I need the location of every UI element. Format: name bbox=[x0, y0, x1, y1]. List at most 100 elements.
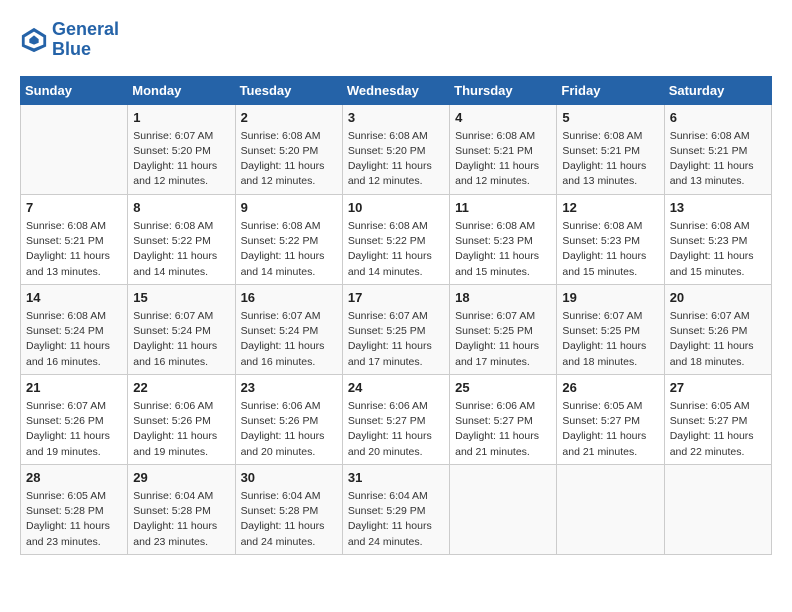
day-number: 3 bbox=[348, 109, 444, 127]
day-cell-9: 9 Sunrise: 6:08 AM Sunset: 5:22 PM Daylig… bbox=[235, 194, 342, 284]
empty-cell bbox=[450, 464, 557, 554]
day-cell-14: 14 Sunrise: 6:08 AM Sunset: 5:24 PM Dayli… bbox=[21, 284, 128, 374]
day-info: Sunrise: 6:08 AM Sunset: 5:23 PM Dayligh… bbox=[562, 219, 658, 280]
day-cell-22: 22Sunrise: 6:06 AM Sunset: 5:26 PM Dayli… bbox=[128, 374, 235, 464]
day-cell-27: 27 Sunrise: 6:05 AM Sunset: 5:27 PM Dayli… bbox=[664, 374, 771, 464]
day-cell-2: 2Sunrise: 6:08 AM Sunset: 5:20 PM Daylig… bbox=[235, 104, 342, 194]
day-number: 1 bbox=[133, 109, 229, 127]
day-cell-15: 15 Sunrise: 6:07 AM Sunset: 5:24 PM Dayli… bbox=[128, 284, 235, 374]
day-cell-31: 31 Sunrise: 6:04 AM Sunset: 5:29 PM Dayli… bbox=[342, 464, 449, 554]
day-cell-5: 5Sunrise: 6:08 AM Sunset: 5:21 PM Daylig… bbox=[557, 104, 664, 194]
day-number: 27 bbox=[670, 379, 766, 397]
day-info: Sunrise: 6:08 AM Sunset: 5:21 PM Dayligh… bbox=[455, 129, 551, 190]
col-header-friday: Friday bbox=[557, 76, 664, 104]
day-number: 23 bbox=[241, 379, 337, 397]
day-cell-8: 8Sunrise: 6:08 AM Sunset: 5:22 PM Daylig… bbox=[128, 194, 235, 284]
day-cell-17: 17 Sunrise: 6:07 AM Sunset: 5:25 PM Dayli… bbox=[342, 284, 449, 374]
empty-cell bbox=[21, 104, 128, 194]
col-header-wednesday: Wednesday bbox=[342, 76, 449, 104]
logo-text: General Blue bbox=[52, 20, 119, 60]
day-number: 21 bbox=[26, 379, 122, 397]
day-info: Sunrise: 6:08 AM Sunset: 5:23 PM Dayligh… bbox=[455, 219, 551, 280]
day-number: 11 bbox=[455, 199, 551, 217]
day-number: 7 bbox=[26, 199, 122, 217]
day-number: 30 bbox=[241, 469, 337, 487]
day-cell-10: 10 Sunrise: 6:08 AM Sunset: 5:22 PM Dayli… bbox=[342, 194, 449, 284]
day-number: 29 bbox=[133, 469, 229, 487]
day-cell-6: 6Sunrise: 6:08 AM Sunset: 5:21 PM Daylig… bbox=[664, 104, 771, 194]
day-info: Sunrise: 6:07 AM Sunset: 5:25 PM Dayligh… bbox=[348, 309, 444, 370]
day-info: Sunrise: 6:07 AM Sunset: 5:25 PM Dayligh… bbox=[562, 309, 658, 370]
empty-cell bbox=[557, 464, 664, 554]
day-number: 9 bbox=[241, 199, 337, 217]
day-info: Sunrise: 6:05 AM Sunset: 5:27 PM Dayligh… bbox=[562, 399, 658, 460]
day-info: Sunrise: 6:07 AM Sunset: 5:26 PM Dayligh… bbox=[26, 399, 122, 460]
day-info: Sunrise: 6:06 AM Sunset: 5:26 PM Dayligh… bbox=[241, 399, 337, 460]
day-number: 25 bbox=[455, 379, 551, 397]
page-header: General Blue bbox=[20, 20, 772, 60]
day-cell-3: 3Sunrise: 6:08 AM Sunset: 5:20 PM Daylig… bbox=[342, 104, 449, 194]
day-info: Sunrise: 6:08 AM Sunset: 5:22 PM Dayligh… bbox=[348, 219, 444, 280]
day-number: 17 bbox=[348, 289, 444, 307]
day-info: Sunrise: 6:06 AM Sunset: 5:27 PM Dayligh… bbox=[455, 399, 551, 460]
logo: General Blue bbox=[20, 20, 119, 60]
calendar-table: SundayMondayTuesdayWednesdayThursdayFrid… bbox=[20, 76, 772, 555]
col-header-monday: Monday bbox=[128, 76, 235, 104]
day-number: 19 bbox=[562, 289, 658, 307]
day-info: Sunrise: 6:08 AM Sunset: 5:22 PM Dayligh… bbox=[241, 219, 337, 280]
day-number: 24 bbox=[348, 379, 444, 397]
day-info: Sunrise: 6:08 AM Sunset: 5:21 PM Dayligh… bbox=[26, 219, 122, 280]
day-number: 4 bbox=[455, 109, 551, 127]
day-info: Sunrise: 6:04 AM Sunset: 5:28 PM Dayligh… bbox=[241, 489, 337, 550]
col-header-thursday: Thursday bbox=[450, 76, 557, 104]
empty-cell bbox=[664, 464, 771, 554]
day-number: 15 bbox=[133, 289, 229, 307]
header-row: SundayMondayTuesdayWednesdayThursdayFrid… bbox=[21, 76, 772, 104]
day-info: Sunrise: 6:05 AM Sunset: 5:27 PM Dayligh… bbox=[670, 399, 766, 460]
day-cell-21: 21 Sunrise: 6:07 AM Sunset: 5:26 PM Dayli… bbox=[21, 374, 128, 464]
week-row-5: 28Sunrise: 6:05 AM Sunset: 5:28 PM Dayli… bbox=[21, 464, 772, 554]
day-cell-26: 26 Sunrise: 6:05 AM Sunset: 5:27 PM Dayli… bbox=[557, 374, 664, 464]
day-number: 16 bbox=[241, 289, 337, 307]
day-number: 20 bbox=[670, 289, 766, 307]
col-header-saturday: Saturday bbox=[664, 76, 771, 104]
day-number: 6 bbox=[670, 109, 766, 127]
day-info: Sunrise: 6:04 AM Sunset: 5:28 PM Dayligh… bbox=[133, 489, 229, 550]
day-cell-30: 30 Sunrise: 6:04 AM Sunset: 5:28 PM Dayli… bbox=[235, 464, 342, 554]
day-number: 12 bbox=[562, 199, 658, 217]
day-cell-19: 19 Sunrise: 6:07 AM Sunset: 5:25 PM Dayli… bbox=[557, 284, 664, 374]
day-cell-1: 1 Sunrise: 6:07 AM Sunset: 5:20 PM Daylig… bbox=[128, 104, 235, 194]
day-number: 8 bbox=[133, 199, 229, 217]
week-row-1: 1 Sunrise: 6:07 AM Sunset: 5:20 PM Daylig… bbox=[21, 104, 772, 194]
day-info: Sunrise: 6:06 AM Sunset: 5:27 PM Dayligh… bbox=[348, 399, 444, 460]
day-info: Sunrise: 6:05 AM Sunset: 5:28 PM Dayligh… bbox=[26, 489, 122, 550]
day-cell-4: 4 Sunrise: 6:08 AM Sunset: 5:21 PM Daylig… bbox=[450, 104, 557, 194]
logo-icon bbox=[20, 26, 48, 54]
day-info: Sunrise: 6:04 AM Sunset: 5:29 PM Dayligh… bbox=[348, 489, 444, 550]
day-info: Sunrise: 6:08 AM Sunset: 5:21 PM Dayligh… bbox=[562, 129, 658, 190]
day-info: Sunrise: 6:06 AM Sunset: 5:26 PM Dayligh… bbox=[133, 399, 229, 460]
day-cell-20: 20Sunrise: 6:07 AM Sunset: 5:26 PM Dayli… bbox=[664, 284, 771, 374]
day-number: 10 bbox=[348, 199, 444, 217]
day-info: Sunrise: 6:07 AM Sunset: 5:25 PM Dayligh… bbox=[455, 309, 551, 370]
day-info: Sunrise: 6:07 AM Sunset: 5:24 PM Dayligh… bbox=[241, 309, 337, 370]
day-number: 13 bbox=[670, 199, 766, 217]
day-number: 26 bbox=[562, 379, 658, 397]
day-cell-13: 13 Sunrise: 6:08 AM Sunset: 5:23 PM Dayli… bbox=[664, 194, 771, 284]
day-cell-28: 28Sunrise: 6:05 AM Sunset: 5:28 PM Dayli… bbox=[21, 464, 128, 554]
day-number: 14 bbox=[26, 289, 122, 307]
day-cell-11: 11 Sunrise: 6:08 AM Sunset: 5:23 PM Dayli… bbox=[450, 194, 557, 284]
day-cell-25: 25 Sunrise: 6:06 AM Sunset: 5:27 PM Dayli… bbox=[450, 374, 557, 464]
day-number: 31 bbox=[348, 469, 444, 487]
col-header-sunday: Sunday bbox=[21, 76, 128, 104]
week-row-2: 7 Sunrise: 6:08 AM Sunset: 5:21 PM Daylig… bbox=[21, 194, 772, 284]
day-info: Sunrise: 6:07 AM Sunset: 5:20 PM Dayligh… bbox=[133, 129, 229, 190]
day-cell-7: 7 Sunrise: 6:08 AM Sunset: 5:21 PM Daylig… bbox=[21, 194, 128, 284]
day-cell-29: 29 Sunrise: 6:04 AM Sunset: 5:28 PM Dayli… bbox=[128, 464, 235, 554]
day-cell-12: 12 Sunrise: 6:08 AM Sunset: 5:23 PM Dayli… bbox=[557, 194, 664, 284]
day-info: Sunrise: 6:07 AM Sunset: 5:24 PM Dayligh… bbox=[133, 309, 229, 370]
day-info: Sunrise: 6:08 AM Sunset: 5:23 PM Dayligh… bbox=[670, 219, 766, 280]
day-cell-18: 18Sunrise: 6:07 AM Sunset: 5:25 PM Dayli… bbox=[450, 284, 557, 374]
day-info: Sunrise: 6:08 AM Sunset: 5:24 PM Dayligh… bbox=[26, 309, 122, 370]
day-info: Sunrise: 6:08 AM Sunset: 5:20 PM Dayligh… bbox=[241, 129, 337, 190]
